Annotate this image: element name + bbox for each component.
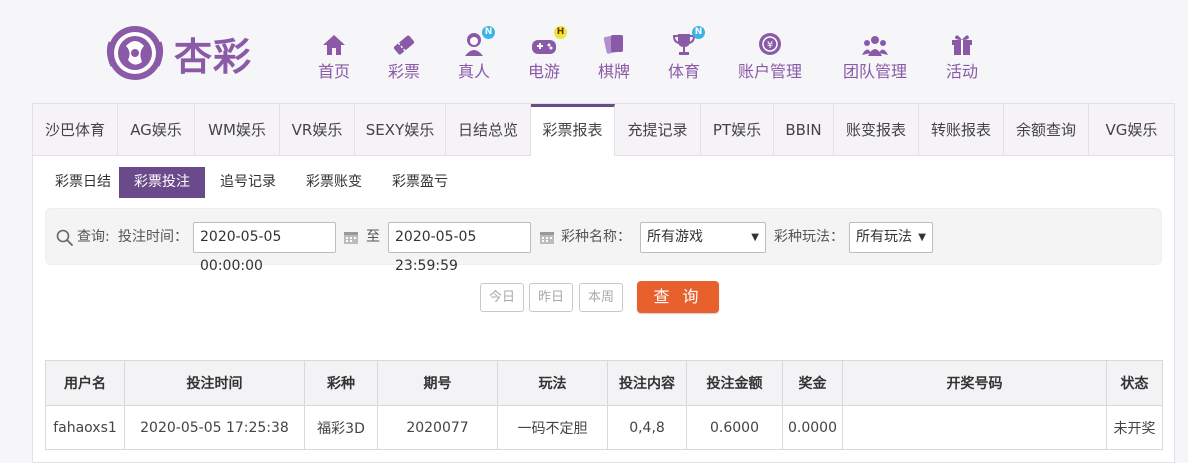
home-icon	[323, 35, 345, 55]
game-select-value: 所有游戏	[647, 229, 703, 245]
this-week-button[interactable]: 本周	[579, 283, 623, 312]
nav-label: 活动	[945, 62, 978, 81]
tab-daily-overview[interactable]: 日结总览	[446, 104, 531, 155]
tab-bbin[interactable]: BBIN	[774, 104, 834, 155]
nav-label: 真人	[457, 62, 490, 81]
brand-emblem-icon	[106, 26, 164, 80]
nav-account[interactable]: ¥ 账户管理	[736, 28, 804, 82]
subtab-profit-loss[interactable]: 彩票盈亏	[381, 167, 459, 198]
dropdown-arrow-icon: ▼	[918, 232, 926, 243]
ticket-icon	[393, 35, 415, 55]
col-status: 状态	[1106, 360, 1163, 406]
end-time-input[interactable]: 2020-05-05 23:59:59	[388, 222, 531, 274]
gamepad-icon	[532, 40, 556, 54]
tab-deposit-withdraw[interactable]: 充提记录	[615, 104, 701, 155]
nav-promotions[interactable]: 活动	[944, 28, 980, 82]
col-bet-amount: 投注金额	[686, 360, 783, 406]
cell-lottery: 福彩3D	[304, 405, 378, 450]
cell-draw-numbers	[842, 405, 1107, 450]
brand-logo[interactable]: 杏彩	[104, 22, 264, 86]
col-bet-content: 投注内容	[607, 360, 687, 406]
bet-time-label: 投注时间：	[118, 229, 188, 245]
subtab-daily[interactable]: 彩票日结	[43, 167, 123, 198]
nav-label: 团队管理	[842, 62, 907, 81]
cell-username: fahaoxs1	[45, 405, 125, 450]
tab-account-change[interactable]: 账变报表	[834, 104, 919, 155]
nav-badge: N	[692, 26, 705, 39]
tab-vr[interactable]: VR娱乐	[280, 104, 355, 155]
nav-home[interactable]: 首页	[316, 28, 352, 82]
search-icon	[56, 229, 74, 247]
query-button[interactable]: 查 询	[637, 281, 719, 313]
nav-label: 棋牌	[597, 62, 630, 81]
col-issue: 期号	[377, 360, 498, 406]
to-label: 至	[366, 229, 380, 245]
tab-ag[interactable]: AG娱乐	[118, 104, 195, 155]
subtab-lottery-account-change[interactable]: 彩票账变	[295, 167, 373, 198]
brand-name: 杏彩	[174, 35, 253, 79]
search-bar: 查询: 投注时间： 2020-05-05 00:00:00 至 2020-05-…	[45, 208, 1162, 274]
tab-transfer-report[interactable]: 转账报表	[919, 104, 1004, 155]
nav-label: 首页	[317, 62, 350, 81]
tab-lottery-report[interactable]: 彩票报表	[531, 104, 615, 156]
tab-saba-sports[interactable]: 沙巴体育	[33, 104, 118, 155]
nav-live[interactable]: N 真人	[456, 26, 495, 82]
cell-bet-content: 0,4,8	[607, 405, 687, 450]
play-select[interactable]: 所有玩法 ▼	[849, 222, 933, 253]
subtab-bets[interactable]: 彩票投注	[119, 167, 205, 198]
nav-badge: H	[554, 26, 567, 39]
tab-wm[interactable]: WM娱乐	[195, 104, 280, 155]
subtab-chase-records[interactable]: 追号记录	[209, 167, 287, 198]
nav-label: 账户管理	[737, 62, 802, 81]
report-tabs: 沙巴体育 AG娱乐 WM娱乐 VR娱乐 SEXY娱乐 日结总览 彩票报表 充提记…	[33, 104, 1174, 156]
table-header-row: 用户名 投注时间 彩种 期号 玩法 投注内容 投注金额 奖金 开奖号码 状态	[45, 360, 1163, 406]
nav-team[interactable]: 团队管理	[841, 28, 909, 82]
query-label: 查询:	[77, 229, 110, 245]
play-type-label: 彩种玩法：	[774, 229, 844, 245]
tab-pt[interactable]: PT娱乐	[701, 104, 774, 155]
dropdown-arrow-icon: ▼	[751, 232, 759, 243]
nav-cards[interactable]: 棋牌	[596, 28, 632, 82]
cell-bet-amount: 0.6000	[686, 405, 783, 450]
team-icon	[862, 36, 888, 56]
cell-bet-time: 2020-05-05 17:25:38	[124, 405, 305, 450]
bet-records-table: 用户名 投注时间 彩种 期号 玩法 投注内容 投注金额 奖金 开奖号码 状态 f…	[45, 360, 1163, 450]
tab-sexy[interactable]: SEXY娱乐	[355, 104, 446, 155]
start-time-input[interactable]: 2020-05-05 00:00:00	[193, 222, 336, 274]
col-play: 玩法	[497, 360, 608, 406]
nav-label: 体育	[667, 62, 700, 81]
today-button[interactable]: 今日	[480, 283, 524, 312]
cards-icon	[603, 35, 623, 54]
cell-issue: 2020077	[377, 405, 498, 450]
cell-prize: 0.0000	[782, 405, 843, 450]
game-name-label: 彩种名称：	[561, 229, 631, 245]
account-icon: ¥	[759, 33, 781, 55]
calendar-icon[interactable]	[343, 229, 359, 245]
table-row[interactable]: fahaoxs1 2020-05-05 17:25:38 福彩3D 202007…	[45, 405, 1163, 450]
nav-badge: N	[482, 26, 495, 39]
nav-slots[interactable]: H 电游	[526, 26, 567, 82]
report-panel: 沙巴体育 AG娱乐 WM娱乐 VR娱乐 SEXY娱乐 日结总览 彩票报表 充提记…	[32, 103, 1175, 463]
tab-balance-query[interactable]: 余额查询	[1004, 104, 1089, 155]
play-select-value: 所有玩法	[856, 229, 912, 245]
calendar-icon[interactable]	[539, 229, 555, 245]
col-username: 用户名	[45, 360, 125, 406]
yesterday-button[interactable]: 昨日	[529, 283, 573, 312]
header: 杏彩 首页 彩票 N 真人 H 电游 棋牌 N 体育 ¥ 账户管理 团队管理 活…	[0, 0, 1188, 103]
col-prize: 奖金	[782, 360, 843, 406]
nav-label: 电游	[527, 62, 560, 81]
col-lottery: 彩种	[304, 360, 378, 406]
col-bet-time: 投注时间	[124, 360, 305, 406]
nav-lottery[interactable]: 彩票	[386, 28, 422, 82]
nav-label: 彩票	[387, 62, 420, 81]
tab-vg[interactable]: VG娱乐	[1089, 104, 1174, 155]
col-draw-numbers: 开奖号码	[842, 360, 1107, 406]
svg-text:¥: ¥	[767, 40, 773, 51]
status-badge: 未开奖	[1106, 405, 1163, 450]
cell-play: 一码不定胆	[497, 405, 608, 450]
nav-sports[interactable]: N 体育	[666, 26, 705, 82]
gift-icon	[952, 35, 972, 55]
game-select[interactable]: 所有游戏 ▼	[640, 222, 766, 253]
